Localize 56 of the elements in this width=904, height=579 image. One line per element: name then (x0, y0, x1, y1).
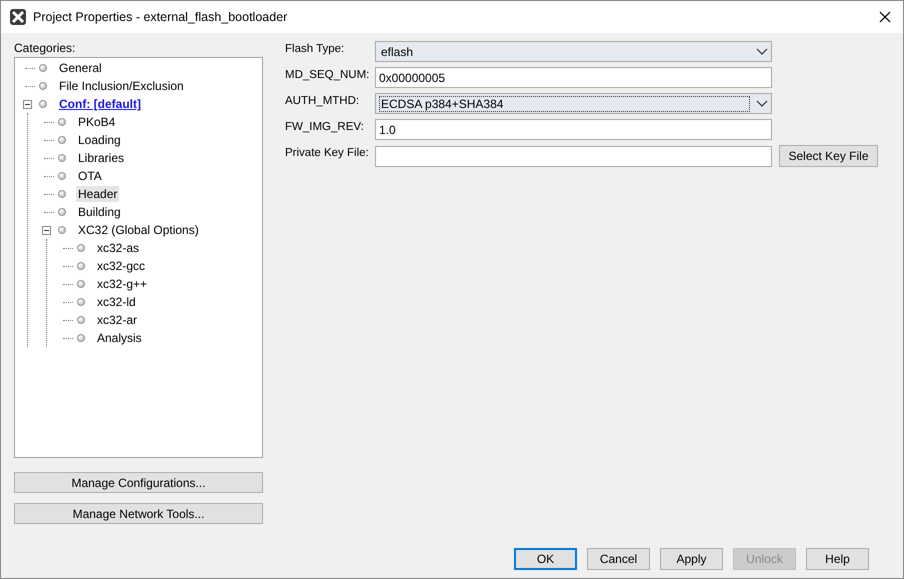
dropdown[interactable]: ECDSA p384+SHA384 (375, 93, 772, 114)
bullet-icon (77, 280, 85, 288)
tree-item[interactable]: xc32-g++ (95, 276, 150, 292)
field-label: MD_SEQ_NUM: (285, 68, 370, 81)
bullet-icon (77, 298, 85, 306)
field-label: AUTH_MTHD: (285, 94, 360, 107)
window-title: Project Properties - external_flash_bootloader (33, 10, 288, 24)
bullet-icon (77, 316, 85, 324)
tree-item[interactable]: Libraries (76, 150, 126, 166)
tree-item[interactable]: PKoB4 (76, 114, 118, 130)
tree-item[interactable]: Building (76, 204, 123, 220)
dialog-button[interactable]: Cancel (587, 548, 650, 570)
manage-button[interactable]: Manage Configurations... (14, 472, 263, 493)
dialog-button[interactable]: Help (806, 548, 869, 570)
field-label: FW_IMG_REV: (285, 120, 365, 133)
bullet-icon (58, 208, 66, 216)
tree-item[interactable]: General (57, 60, 104, 76)
bullet-icon (77, 262, 85, 270)
bullet-icon (58, 226, 66, 234)
tree-item[interactable]: Conf: [default] (57, 96, 143, 112)
chevron-icon (756, 48, 768, 56)
field-label: Private Key File: (285, 146, 370, 159)
tree-item[interactable]: Header (76, 186, 120, 202)
tree-item[interactable]: xc32-ld (95, 294, 138, 310)
tree-item[interactable]: Analysis (95, 330, 144, 346)
dialog-button[interactable]: Apply (660, 548, 723, 570)
bullet-icon (58, 136, 66, 144)
bullet-icon (58, 118, 66, 126)
app-logo-icon (9, 8, 27, 26)
bullet-icon (77, 244, 85, 252)
tree-item[interactable]: File Inclusion/Exclusion (57, 78, 186, 94)
select-file-button[interactable]: Select Key File (779, 145, 878, 167)
bullet-icon (39, 64, 47, 72)
dropdown[interactable]: eflash (375, 41, 772, 62)
tree-item[interactable]: xc32-gcc (95, 258, 148, 274)
tree-item[interactable]: xc32-as (95, 240, 142, 256)
bullet-icon (39, 100, 47, 108)
bullet-icon (58, 172, 66, 180)
manage-button[interactable]: Manage Network Tools... (14, 503, 263, 524)
field-label: Flash Type: (285, 42, 346, 55)
collapse-icon[interactable] (22, 100, 32, 108)
tree-item[interactable]: xc32-ar (95, 312, 140, 328)
bullet-icon (58, 154, 66, 162)
collapse-icon[interactable] (42, 226, 50, 234)
bullet-icon (77, 334, 85, 342)
bullet-icon (58, 190, 66, 198)
input-field[interactable]: 1.0 (375, 119, 772, 140)
input-field[interactable] (375, 146, 772, 166)
categories-label: Categories: (14, 41, 76, 55)
dialog-button[interactable]: OK (514, 548, 577, 570)
tree-item[interactable]: OTA (76, 168, 104, 184)
tree-item[interactable]: XC32 (Global Options) (76, 222, 201, 238)
input-field[interactable]: 0x00000005 (375, 67, 772, 88)
bullet-icon (39, 82, 47, 90)
tree-item[interactable]: Loading (76, 132, 123, 148)
chevron-icon (756, 100, 768, 108)
